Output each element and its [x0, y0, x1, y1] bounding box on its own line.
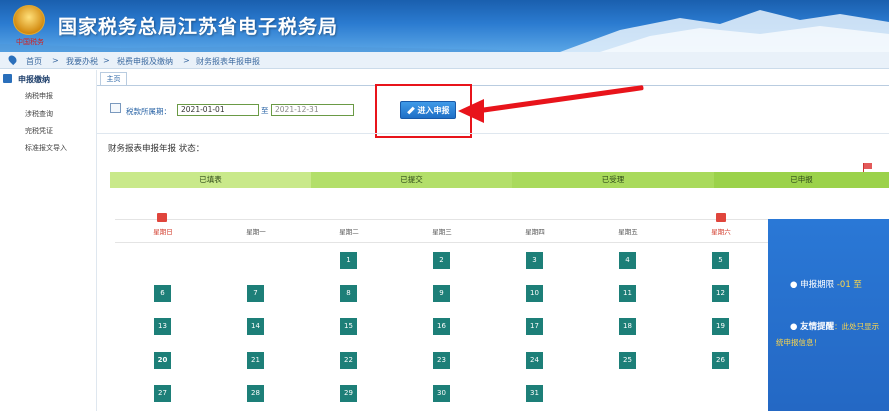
calendar-day[interactable]: 15	[340, 318, 357, 335]
calendar-day[interactable]: 23	[433, 352, 450, 369]
reminder-text-2: 统申报信息！	[776, 338, 821, 347]
period-to-label: 至	[261, 106, 269, 115]
calendar-day[interactable]: 22	[340, 352, 357, 369]
period-label: 税款所属期：	[126, 107, 171, 116]
calendar-day[interactable]: 29	[340, 385, 357, 402]
weekday-label: 星期一	[246, 228, 266, 236]
calendar-day[interactable]: 31	[526, 385, 543, 402]
step-accepted: 已受理	[512, 172, 714, 188]
weekday-label: 星期四	[525, 228, 545, 236]
sidebar-item-tax-inquiry[interactable]: 涉税查询	[25, 109, 53, 119]
deadline-value: -01 至	[836, 280, 862, 290]
breadcrumb: 首页 > 我要办税 > 税费申报及缴纳 > 财务报表年报申报	[0, 52, 889, 69]
deadline-line: ● 申报期限 -01 至	[790, 280, 862, 290]
calendar-day[interactable]: 7	[247, 285, 264, 302]
step-declared: 已申报	[714, 172, 889, 188]
breadcrumb-separator: >	[52, 56, 59, 65]
sidebar-item-tax-certificate[interactable]: 完税凭证	[25, 126, 53, 136]
reminder-line: ● 友情提醒：此处只显示	[790, 322, 880, 332]
reminder-continuation: 统申报信息！	[776, 337, 821, 348]
calendar-day[interactable]: 1	[340, 252, 357, 269]
calendar-day[interactable]: 10	[526, 285, 543, 302]
calendar-day[interactable]: 11	[619, 285, 636, 302]
sidebar-section[interactable]: 申报缴纳	[0, 72, 97, 86]
weekday-label: 星期五	[618, 228, 638, 236]
enter-declaration-button[interactable]: 进入申报	[400, 101, 456, 119]
period-start-input[interactable]: 2021-01-01	[177, 104, 259, 116]
calendar-day[interactable]: 6	[154, 285, 171, 302]
breadcrumb-separator: >	[103, 56, 110, 65]
calendar-day[interactable]: 19	[712, 318, 729, 335]
calendar-day[interactable]: 14	[247, 318, 264, 335]
calendar-day[interactable]: 2	[433, 252, 450, 269]
site-title: 国家税务总局江苏省电子税务局	[58, 16, 339, 38]
calendar-day[interactable]: 18	[619, 318, 636, 335]
breadcrumb-separator: >	[183, 56, 190, 65]
calendar-day[interactable]: 26	[712, 352, 729, 369]
sidebar-item-tax-declaration[interactable]: 纳税申报	[25, 91, 53, 101]
site-banner: 中国税务 国家税务总局江苏省电子税务局	[0, 0, 889, 52]
weekday-label: 星期三	[432, 228, 452, 236]
reminder-text: ：此处只显示	[834, 322, 880, 331]
section-divider	[97, 133, 889, 134]
period-end-input[interactable]: 2021-12-31	[271, 104, 354, 116]
tab-divider	[97, 85, 889, 86]
breadcrumb-declaration[interactable]: 税费申报及缴纳	[117, 56, 173, 67]
calendar-day[interactable]: 13	[154, 318, 171, 335]
calendar-day[interactable]: 30	[433, 385, 450, 402]
annotation-arrow-shaft	[479, 85, 644, 113]
sunday-flag-icon	[157, 213, 167, 222]
saturday-flag-icon	[716, 213, 726, 222]
status-flag-icon	[864, 163, 872, 169]
tab-home[interactable]: 主页	[100, 72, 127, 85]
calendar-day[interactable]: 27	[154, 385, 171, 402]
weekday-label: 星期六	[711, 228, 731, 236]
edit-icon	[406, 106, 415, 115]
info-panel: ● 申报期限 -01 至 ● 友情提醒：此处只显示 统申报信息！	[768, 219, 889, 411]
reminder-label: 友情提醒	[800, 322, 835, 332]
calendar-day[interactable]: 20	[154, 352, 171, 369]
calendar-day[interactable]: 8	[340, 285, 357, 302]
step-submitted: 已提交	[311, 172, 512, 188]
emblem-caption: 中国税务	[16, 38, 44, 46]
tax-emblem-logo	[13, 5, 45, 35]
location-pin-icon	[6, 53, 19, 66]
deadline-label: 申报期限	[800, 280, 835, 290]
step-filled: 已填表	[110, 172, 311, 188]
weekday-label: 星期日	[153, 228, 173, 236]
calendar-day[interactable]: 5	[712, 252, 729, 269]
status-title: 财务报表申报年报 状态：	[108, 144, 205, 154]
calendar-day[interactable]: 21	[247, 352, 264, 369]
breadcrumb-current: 财务报表年报申报	[196, 57, 260, 66]
declaration-icon	[3, 74, 12, 83]
enter-declaration-label: 进入申报	[417, 106, 450, 115]
calendar-day[interactable]: 24	[526, 352, 543, 369]
calendar-day[interactable]: 28	[247, 385, 264, 402]
sidebar: 申报缴纳 纳税申报 涉税查询 完税凭证 标准报文导入	[0, 70, 97, 411]
sidebar-section-title: 申报缴纳	[18, 75, 50, 84]
calendar-day[interactable]: 17	[526, 318, 543, 335]
status-steps: 已填表 已提交 已受理 已申报	[110, 172, 889, 188]
calendar-day[interactable]: 4	[619, 252, 636, 269]
annotation-arrow-head	[458, 99, 484, 123]
calendar-icon	[110, 103, 121, 113]
calendar-day[interactable]: 25	[619, 352, 636, 369]
weekday-label: 星期二	[339, 228, 359, 236]
calendar-day[interactable]: 16	[433, 318, 450, 335]
breadcrumb-home[interactable]: 首页	[26, 56, 42, 67]
sidebar-item-message-import[interactable]: 标准报文导入	[25, 143, 67, 153]
breadcrumb-tax-service[interactable]: 我要办税	[66, 56, 98, 67]
calendar-day[interactable]: 3	[526, 252, 543, 269]
calendar-day[interactable]: 9	[433, 285, 450, 302]
calendar-day[interactable]: 12	[712, 285, 729, 302]
